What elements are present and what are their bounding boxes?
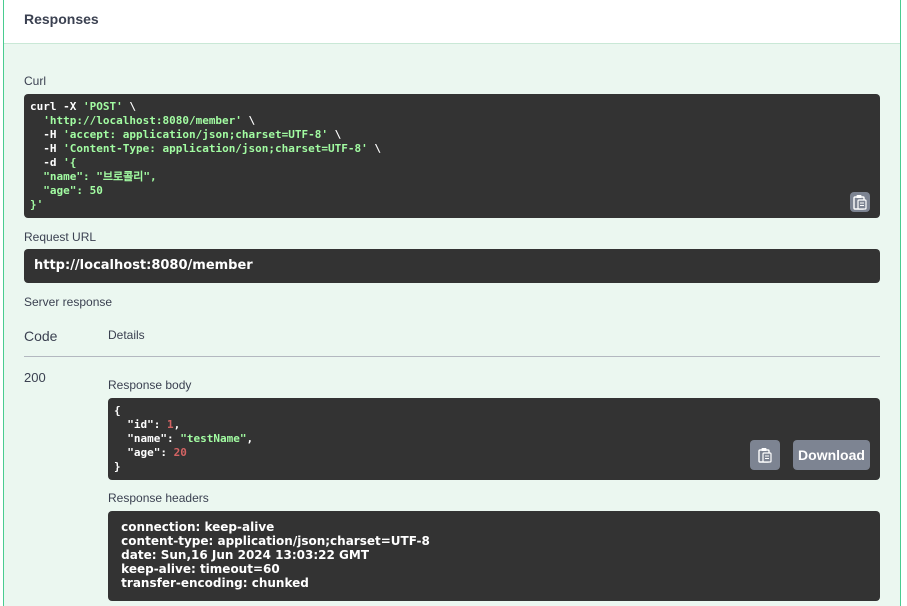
responses-title: Responses [24,11,99,27]
server-response-label: Server response [24,295,113,309]
curl-copy-button[interactable] [850,192,870,212]
request-url-value: http://localhost:8080/member [34,258,253,273]
request-url-block[interactable]: http://localhost:8080/member [24,249,880,283]
response-body-label: Response body [108,378,192,392]
request-url-label: Request URL [24,230,97,244]
code-column-header: Code [24,328,58,344]
status-code: 200 [24,370,46,385]
clipboard-icon [758,448,772,463]
download-button[interactable]: Download [793,440,870,470]
curl-label: Curl [24,74,47,88]
curl-code-block[interactable]: curl -X 'POST' \ 'http://localhost:8080/… [24,94,880,218]
response-headers-code: connection: keep-alive content-type: app… [117,520,435,590]
details-column-header: Details [108,328,145,342]
response-table-divider [24,356,880,357]
responses-panel: Responses Curl curl -X 'POST' \ 'http://… [3,0,901,606]
response-body-copy-button[interactable] [750,440,780,470]
clipboard-icon [853,195,867,210]
response-headers-label: Response headers [108,491,209,505]
responses-header: Responses [4,0,900,44]
curl-code: curl -X 'POST' \ 'http://localhost:8080/… [30,100,382,211]
response-headers-block[interactable]: connection: keep-alive content-type: app… [108,511,880,601]
